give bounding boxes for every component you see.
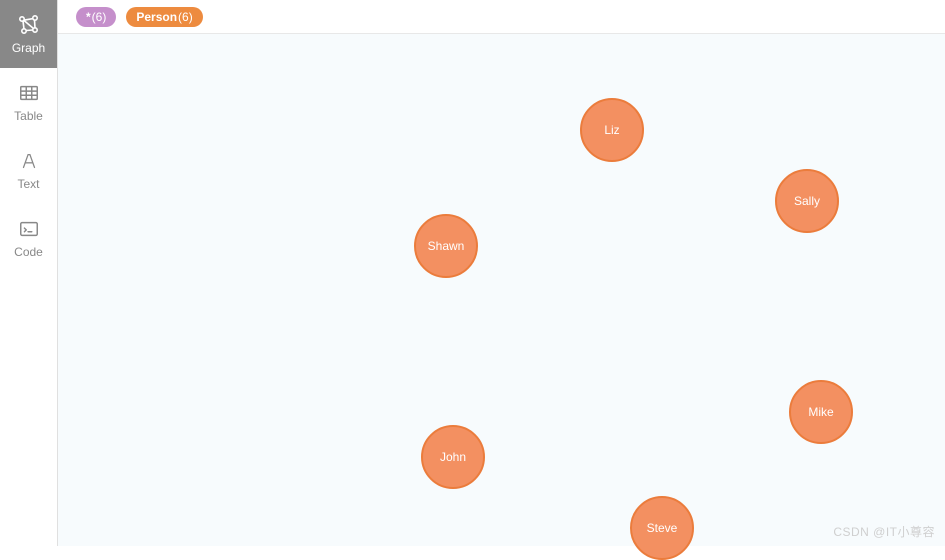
node-label: Shawn (428, 239, 465, 253)
sidebar-item-label: Text (17, 177, 39, 191)
sidebar-item-table[interactable]: Table (0, 68, 57, 136)
graph-node[interactable]: Shawn (414, 214, 478, 278)
pill-count: (6) (92, 10, 107, 24)
node-label: Steve (647, 521, 678, 535)
label-bar: *(6) Person(6) (58, 0, 945, 34)
sidebar-item-label: Graph (12, 41, 45, 55)
node-label: Liz (604, 123, 619, 137)
code-icon (17, 217, 41, 241)
text-icon (17, 149, 41, 173)
sidebar-item-graph[interactable]: Graph (0, 0, 57, 68)
label-pill-person[interactable]: Person(6) (126, 7, 202, 27)
graph-canvas[interactable]: Liz Sally Shawn Mike John Steve (58, 34, 945, 546)
graph-node[interactable]: Liz (580, 98, 644, 162)
view-sidebar: Graph Table Text (0, 0, 58, 546)
table-icon (17, 81, 41, 105)
graph-node[interactable]: Mike (789, 380, 853, 444)
graph-node[interactable]: Sally (775, 169, 839, 233)
node-label: Mike (808, 405, 833, 419)
graph-icon (17, 13, 41, 37)
pill-label: * (86, 10, 91, 24)
main-panel: *(6) Person(6) Liz Sally Shawn Mike John… (58, 0, 945, 546)
sidebar-item-label: Code (14, 245, 43, 259)
graph-node[interactable]: John (421, 425, 485, 489)
pill-count: (6) (178, 10, 193, 24)
pill-label: Person (136, 10, 177, 24)
label-pill-all[interactable]: *(6) (76, 7, 116, 27)
app-container: Graph Table Text (0, 0, 945, 546)
node-label: John (440, 450, 466, 464)
sidebar-item-code[interactable]: Code (0, 204, 57, 272)
node-label: Sally (794, 194, 820, 208)
graph-node[interactable]: Steve (630, 496, 694, 560)
sidebar-item-label: Table (14, 109, 43, 123)
sidebar-item-text[interactable]: Text (0, 136, 57, 204)
